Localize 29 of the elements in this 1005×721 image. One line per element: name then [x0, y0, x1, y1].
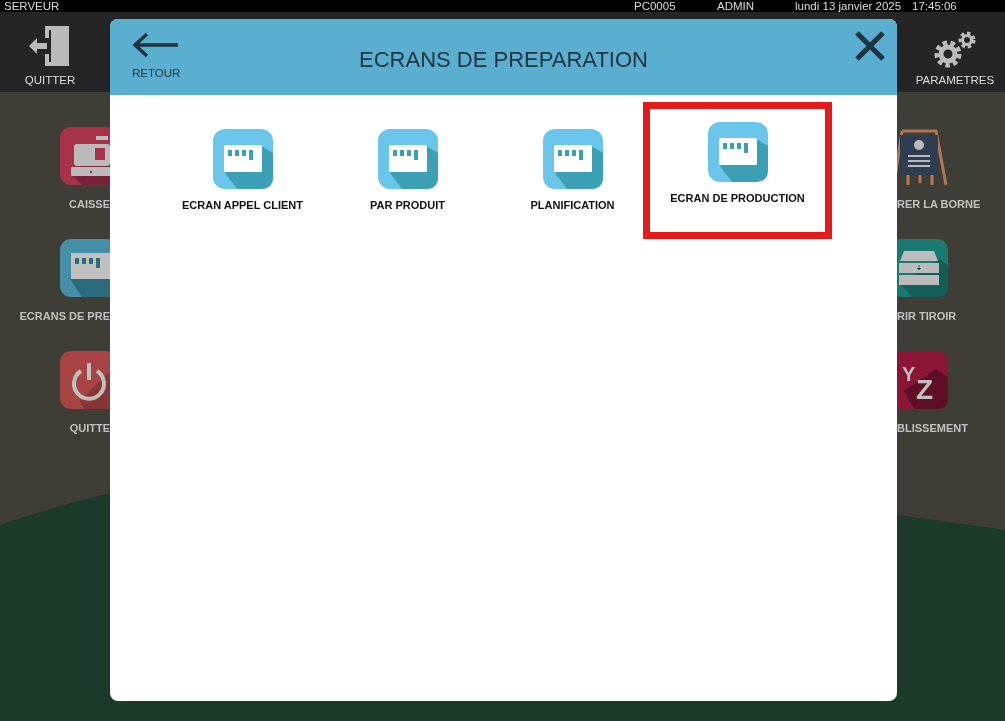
app-name: SERVEUR: [4, 0, 60, 12]
screen-option[interactable]: PAR PRODUIT: [325, 102, 490, 225]
register-tile-icon: [60, 127, 110, 185]
time-text: 17:45:06: [912, 0, 957, 12]
screen-icon: [212, 129, 273, 189]
tile-label: CAISSE: [69, 198, 110, 210]
user-name: ADMIN: [717, 0, 755, 12]
screen-icon: [707, 122, 768, 182]
dialog-title: ECRANS DE PREPARATION: [359, 46, 648, 73]
back-button[interactable]: RETOUR: [132, 31, 181, 79]
drawer-tile-icon: [897, 239, 948, 297]
date-text: lundi 13 janvier 2025: [795, 0, 902, 12]
settings-icon: [932, 30, 978, 68]
tile-label: RER LA BORNE: [897, 198, 981, 210]
screen-option[interactable]: ECRAN DE PRODUCTION: [643, 102, 832, 239]
quit-button[interactable]: QUITTER: [0, 12, 100, 92]
tile-label: RIR TIROIR: [897, 310, 957, 322]
tile-label: QUITTE: [69, 422, 110, 434]
screens-tile-icon: [60, 239, 110, 297]
easel-tile-icon: [897, 127, 948, 185]
tile-label: BLISSEMENT: [897, 422, 968, 434]
power-tile-icon: [60, 351, 110, 409]
screen-icon: [377, 129, 438, 189]
settings-button[interactable]: PARAMETRES: [905, 12, 1005, 92]
screen-icon: [542, 129, 603, 189]
tile-label: ECRANS DE PRE: [19, 310, 110, 322]
screen-option[interactable]: ECRAN APPEL CLIENT: [160, 102, 325, 225]
close-icon[interactable]: [853, 29, 887, 63]
station-name: PC0005: [634, 0, 676, 12]
